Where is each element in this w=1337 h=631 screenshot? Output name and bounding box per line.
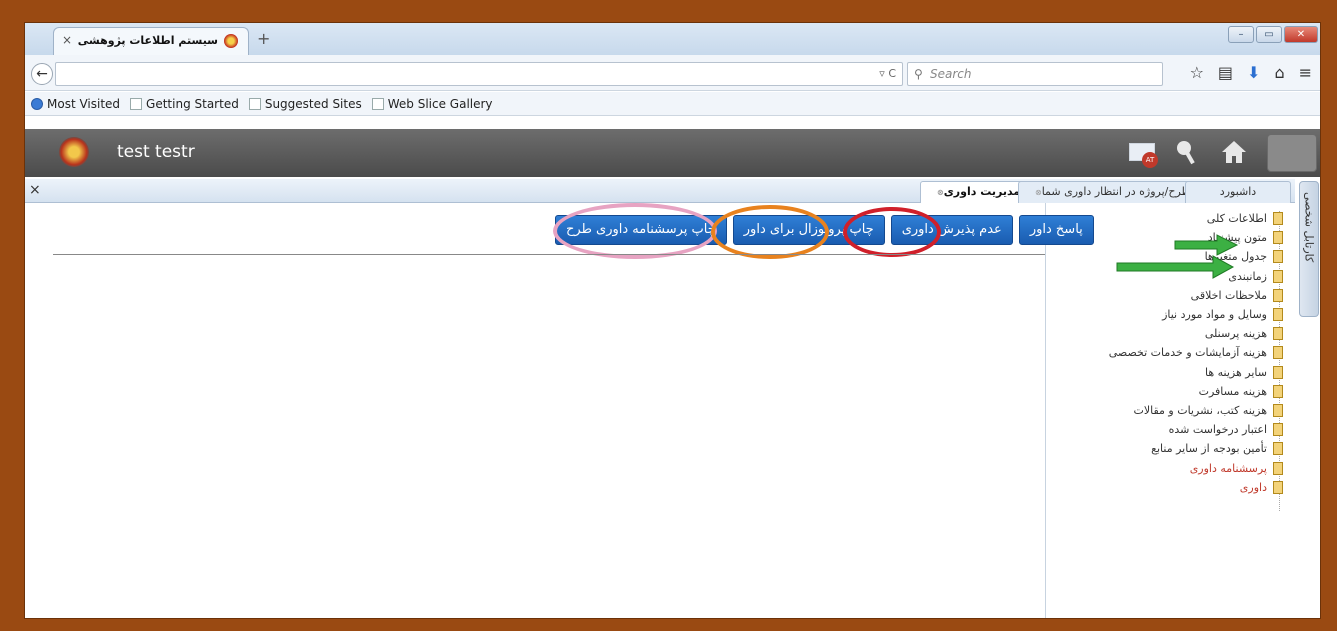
user-name: test testr <box>117 142 195 162</box>
folder-icon <box>1273 231 1283 245</box>
url-input[interactable]: ▿ C <box>55 62 903 86</box>
avatar[interactable] <box>1267 134 1317 172</box>
app-tabbar: × مدیریت داوری⊗ طرح/پروژه در انتظار داور… <box>25 179 1295 203</box>
tree-item[interactable]: هزینه کتب، نشریات و مقالات <box>1109 401 1283 420</box>
maximize-button[interactable]: ▭ <box>1256 26 1282 43</box>
tab-close-icon[interactable]: ⊗ <box>937 188 944 197</box>
tree-item[interactable]: تأمین بودجه از سایر منابع <box>1109 439 1283 458</box>
bookmarks-bar: Most Visited Getting Started Suggested S… <box>25 92 1320 116</box>
folder-icon <box>1273 461 1283 475</box>
folder-icon <box>1273 423 1283 437</box>
content-divider <box>53 254 1045 255</box>
folder-icon <box>1273 288 1283 302</box>
browser-tab[interactable]: × سیستم اطلاعات پژوهشی <box>53 27 249 55</box>
browser-tabbar: × سیستم اطلاعات پژوهشی + – ▭ ✕ <box>25 23 1320 55</box>
folder-icon <box>1273 480 1283 494</box>
folder-icon <box>1273 365 1283 379</box>
tab-close-icon[interactable]: ⊗ <box>1035 188 1042 197</box>
folder-icon <box>1273 212 1283 226</box>
mail-badge: AT <box>1142 152 1158 168</box>
annotation-arrow-icon <box>1174 234 1239 256</box>
minimize-button[interactable]: – <box>1228 26 1254 43</box>
search-icon[interactable] <box>1175 139 1197 165</box>
window-controls: – ▭ ✕ <box>1228 26 1318 43</box>
bookmark-icon <box>31 97 43 110</box>
app-header: test testr AT <box>25 129 1320 177</box>
nav-icons: ☆ ▤ ⬇ ⌂ ≡ <box>1190 63 1312 82</box>
tab-title: سیستم اطلاعات پژوهشی <box>77 34 218 47</box>
tree-item[interactable]: سایر هزینه ها <box>1109 363 1283 382</box>
tab-dashboard[interactable]: داشبورد <box>1185 181 1291 203</box>
bookmark-most-visited[interactable]: Most Visited <box>31 97 120 111</box>
tree-item-questionnaire[interactable]: پرسشنامه داوری <box>1109 458 1283 477</box>
folder-icon <box>1273 384 1283 398</box>
bookmark-suggested-sites[interactable]: Suggested Sites <box>248 97 362 111</box>
close-icon[interactable]: × <box>29 182 41 198</box>
highlight-ring-red <box>843 207 941 257</box>
annotation-arrow-icon <box>1116 255 1235 279</box>
bookmark-star-icon[interactable]: ☆ <box>1190 63 1204 82</box>
favicon-icon <box>224 34 238 48</box>
search-placeholder: Search <box>930 67 972 81</box>
browser-navbar: ← ▿ C ⚲ Search ☆ ▤ ⬇ ⌂ ≡ <box>25 55 1320 91</box>
folder-icon <box>1273 403 1283 417</box>
folder-icon <box>1273 327 1283 341</box>
download-icon[interactable]: ⬇ <box>1247 63 1260 82</box>
screenshot-frame: × سیستم اطلاعات پژوهشی + – ▭ ✕ ← ▿ C ⚲ S… <box>24 22 1321 619</box>
new-tab-button[interactable]: + <box>257 29 270 48</box>
tree-item[interactable]: اعتبار درخواست شده <box>1109 420 1283 439</box>
folder-icon <box>1273 346 1283 360</box>
logo-icon <box>59 137 89 167</box>
tab-review-management[interactable]: مدیریت داوری⊗ <box>920 181 1032 203</box>
folder-icon <box>1273 269 1283 283</box>
tab-personal-cartable[interactable]: کارتابل شخصی <box>1299 181 1319 317</box>
tree-item[interactable]: هزینه پرسنلی <box>1109 324 1283 343</box>
highlight-ring-pink <box>553 203 717 259</box>
close-window-button[interactable]: ✕ <box>1284 26 1318 43</box>
tree-item-review[interactable]: داوری <box>1109 478 1283 497</box>
folder-icon <box>1273 308 1283 322</box>
bookmark-icon <box>130 97 143 110</box>
search-input[interactable]: ⚲ Search <box>907 62 1163 86</box>
highlight-ring-orange <box>711 205 829 259</box>
search-icon: ⚲ <box>914 67 923 81</box>
folder-icon <box>1273 250 1283 264</box>
menu-icon[interactable]: ≡ <box>1299 63 1312 82</box>
tab-awaiting-review[interactable]: طرح/پروژه در انتظار داوری شما⊗ <box>1018 181 1202 203</box>
tree-item[interactable]: ملاحظات اخلاقی <box>1109 286 1283 305</box>
reading-list-icon[interactable]: ▤ <box>1218 63 1233 82</box>
bookmark-getting-started[interactable]: Getting Started <box>130 97 239 111</box>
bookmark-icon <box>248 97 261 110</box>
tree-item[interactable]: هزینه آزمایشات و خدمات تخصصی <box>1109 343 1283 362</box>
bookmark-web-slice-gallery[interactable]: Web Slice Gallery <box>371 97 493 111</box>
home-icon[interactable] <box>1221 139 1247 165</box>
home-icon[interactable]: ⌂ <box>1274 63 1284 82</box>
bookmark-icon <box>371 97 384 110</box>
folder-icon <box>1273 442 1283 456</box>
tree-item[interactable]: اطلاعات کلی <box>1109 209 1283 228</box>
back-button[interactable]: ← <box>31 63 53 85</box>
reload-icon[interactable]: ▿ C <box>879 67 896 80</box>
tree-item[interactable]: وسایل و مواد مورد نیاز <box>1109 305 1283 324</box>
tab-close-icon[interactable]: × <box>62 33 72 47</box>
reviewer-answer-button[interactable]: پاسخ داور <box>1018 215 1094 245</box>
tree-item[interactable]: هزینه مسافرت <box>1109 382 1283 401</box>
